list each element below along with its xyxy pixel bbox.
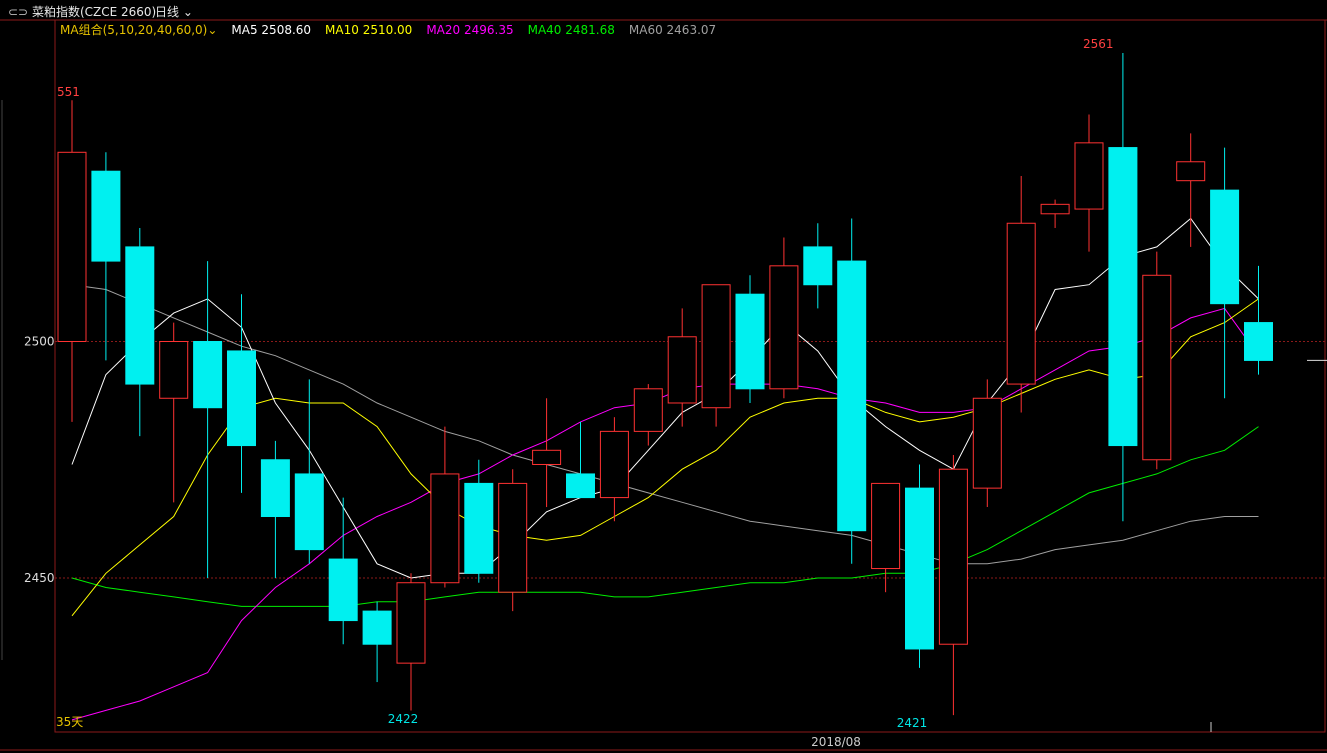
candle-body-down xyxy=(125,246,155,385)
candle-body-up xyxy=(972,397,1002,489)
candle-body-down xyxy=(227,350,256,447)
candlestick-chart[interactable]: 2450 2500 2561 551 2422 2421 35天 2018/08 xyxy=(0,0,1327,753)
candle-body-up xyxy=(396,582,426,664)
candle-body-up xyxy=(633,388,663,432)
candle-body-up xyxy=(938,468,968,645)
candle-body-up xyxy=(532,449,562,465)
candle-body-up xyxy=(667,336,697,404)
candle-body-up xyxy=(57,151,87,342)
candle-body-up xyxy=(498,482,528,593)
left-high-annotation: 551 xyxy=(57,85,80,99)
candle-body-down xyxy=(1108,147,1138,447)
candle-body-down xyxy=(464,482,494,574)
ma40-line xyxy=(71,426,1259,607)
x-axis-label: 2018/08 xyxy=(811,735,861,749)
candle-body-up xyxy=(430,473,460,584)
candle-body-down xyxy=(193,341,223,409)
candle-body-up xyxy=(1040,203,1070,215)
candle-body-up xyxy=(1176,161,1206,182)
candle-body-up xyxy=(1142,274,1172,461)
high-annotation: 2561 xyxy=(1083,37,1114,51)
candle-body-up xyxy=(1006,222,1036,385)
candle-body-down xyxy=(1244,322,1273,361)
candle-body-up xyxy=(1074,142,1104,210)
candle-body-up xyxy=(769,265,799,390)
candle-body-down xyxy=(735,293,765,390)
candle-body-up xyxy=(159,341,189,399)
day-count-annotation: 35天 xyxy=(56,715,83,729)
candle-body-down xyxy=(1210,189,1240,305)
y-tick-label: 2450 xyxy=(24,571,55,585)
low-annotation-left: 2422 xyxy=(388,712,419,726)
y-tick-label: 2500 xyxy=(24,335,55,349)
candle-body-up xyxy=(701,284,731,409)
candle-body-down xyxy=(905,487,934,650)
low-annotation-right: 2421 xyxy=(897,716,928,730)
candle-body-down xyxy=(294,473,324,551)
candle-body-down xyxy=(803,246,833,286)
candle-body-down xyxy=(837,260,867,532)
candle-body-up xyxy=(871,482,901,570)
candle-body-up xyxy=(599,430,629,499)
candle-body-down xyxy=(91,170,121,262)
candle-body-down xyxy=(328,558,358,622)
candle-body-down xyxy=(260,459,290,518)
candle-body-down xyxy=(566,473,595,499)
candle-body-down xyxy=(362,610,392,645)
